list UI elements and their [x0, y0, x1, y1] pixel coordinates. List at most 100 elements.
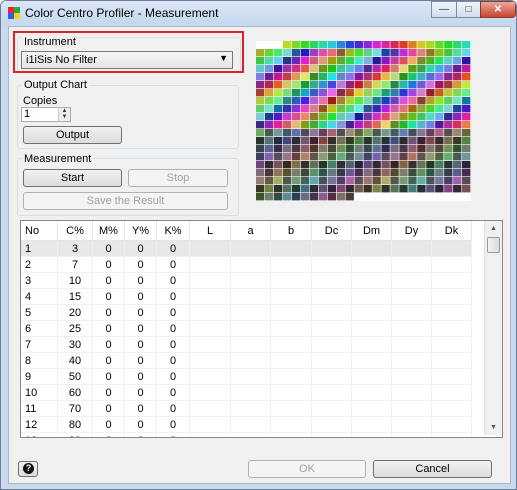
color-patch: [363, 65, 372, 73]
color-patch: [300, 49, 310, 57]
color-patch: [282, 169, 292, 177]
color-patch: [453, 81, 462, 89]
measurement-table[interactable]: No C% M% Y% K% La b Dc Dm Dy Dk 1 3 0 0 0 2 7 0 0 0 3 10 0 0 0 4 1…: [20, 220, 503, 438]
table-row[interactable]: 1390000: [21, 432, 472, 437]
color-patch: [354, 105, 363, 113]
table-row[interactable]: 3 10 0 0 0: [21, 272, 472, 289]
color-patch: [453, 129, 462, 137]
table-cell: [230, 240, 271, 257]
column-header[interactable]: Dm: [351, 221, 392, 241]
color-patch: [273, 193, 283, 201]
color-patch: [408, 177, 417, 185]
color-patch: [417, 97, 426, 105]
color-patch: [336, 49, 345, 57]
color-patch: [372, 161, 381, 169]
stepper-arrows-icon[interactable]: ▲ ▼: [58, 108, 70, 121]
start-button[interactable]: Start: [23, 169, 122, 187]
help-button[interactable]: ?: [18, 461, 38, 477]
table-cell: [431, 256, 472, 273]
color-patch: [327, 145, 337, 153]
column-header[interactable]: L: [189, 221, 231, 241]
color-patch: [381, 113, 390, 121]
column-header[interactable]: M%: [92, 221, 125, 241]
table-row[interactable]: 9 50 0 0 0: [21, 368, 472, 385]
color-patch: [256, 49, 265, 57]
color-patch: [273, 169, 283, 177]
table-cell: [189, 432, 231, 437]
table-row[interactable]: 27000: [21, 256, 472, 273]
column-header[interactable]: Y%: [124, 221, 157, 241]
scroll-thumb[interactable]: [487, 237, 500, 253]
color-patch: [264, 145, 274, 153]
color-patch: [462, 49, 471, 57]
column-header[interactable]: b: [270, 221, 312, 241]
color-patch: [282, 193, 292, 201]
minimize-icon: —: [439, 4, 449, 15]
color-patch: [390, 41, 399, 49]
table-cell: [311, 400, 352, 417]
maximize-button[interactable]: □: [456, 1, 481, 18]
column-header[interactable]: Dc: [311, 221, 352, 241]
color-patch: [372, 49, 381, 57]
stop-button[interactable]: Stop: [128, 169, 228, 187]
color-patch: [435, 97, 444, 105]
column-header[interactable]: No: [21, 221, 58, 241]
color-patch: [327, 193, 337, 201]
save-result-button[interactable]: Save the Result: [23, 192, 228, 210]
color-patch: [327, 73, 337, 81]
color-patch: [381, 41, 390, 49]
column-header[interactable]: a: [230, 221, 271, 241]
vertical-scrollbar[interactable]: ▲ ▼: [484, 221, 502, 435]
color-patch: [273, 97, 283, 105]
table-cell: [351, 304, 392, 321]
column-header[interactable]: Dk: [431, 221, 472, 241]
table-row[interactable]: 12 80 0 0 0: [21, 416, 472, 433]
scroll-up-icon[interactable]: ▲: [485, 221, 502, 236]
color-patch: [300, 137, 310, 145]
table-row[interactable]: 5 20 0 0 0: [21, 304, 472, 321]
table-row[interactable]: 4 15 0 0 0: [21, 288, 472, 305]
color-patch: [354, 89, 363, 97]
color-patch: [408, 105, 417, 113]
color-patch: [417, 137, 426, 145]
color-patch: [363, 89, 372, 97]
color-patch: [462, 105, 471, 113]
table-row[interactable]: 8 40 0 0 0: [21, 352, 472, 369]
table-row[interactable]: 7 30 0 0 0: [21, 336, 472, 353]
column-header[interactable]: C%: [57, 221, 93, 241]
column-header[interactable]: K%: [156, 221, 190, 241]
color-patch: [336, 121, 345, 129]
table-row[interactable]: 13000: [21, 240, 472, 257]
close-button[interactable]: ✕: [480, 1, 516, 18]
color-patch: [318, 57, 328, 65]
table-row[interactable]: 6 25 0 0 0: [21, 320, 472, 337]
color-patch: [327, 177, 337, 185]
color-patch: [291, 113, 301, 121]
column-header[interactable]: Dy: [391, 221, 432, 241]
minimize-button[interactable]: —: [431, 1, 457, 18]
color-patch: [309, 105, 319, 113]
copies-stepper[interactable]: 1 ▲ ▼: [21, 107, 71, 122]
color-patch: [309, 137, 319, 145]
output-button[interactable]: Output: [23, 126, 122, 144]
ok-button[interactable]: OK: [248, 460, 366, 478]
color-patch: [256, 129, 265, 137]
table-row[interactable]: 11 70 0 0 0: [21, 400, 472, 417]
color-patch: [273, 113, 283, 121]
color-patch: [309, 73, 319, 81]
scroll-down-icon[interactable]: ▼: [485, 420, 502, 435]
color-patch: [354, 161, 363, 169]
table-cell: 15: [57, 288, 93, 305]
cancel-button[interactable]: Cancel: [373, 460, 492, 478]
color-patch: [345, 137, 354, 145]
table-row[interactable]: 10 60 0 0 0: [21, 384, 472, 401]
table-cell: 5: [21, 304, 58, 321]
table-cell: [431, 272, 472, 289]
color-patch: [354, 169, 363, 177]
color-patch: [291, 145, 301, 153]
table-cell: [270, 384, 312, 401]
color-patch: [345, 185, 354, 193]
color-patch: [444, 161, 453, 169]
color-patch: [345, 153, 354, 161]
color-patch: [435, 81, 444, 89]
